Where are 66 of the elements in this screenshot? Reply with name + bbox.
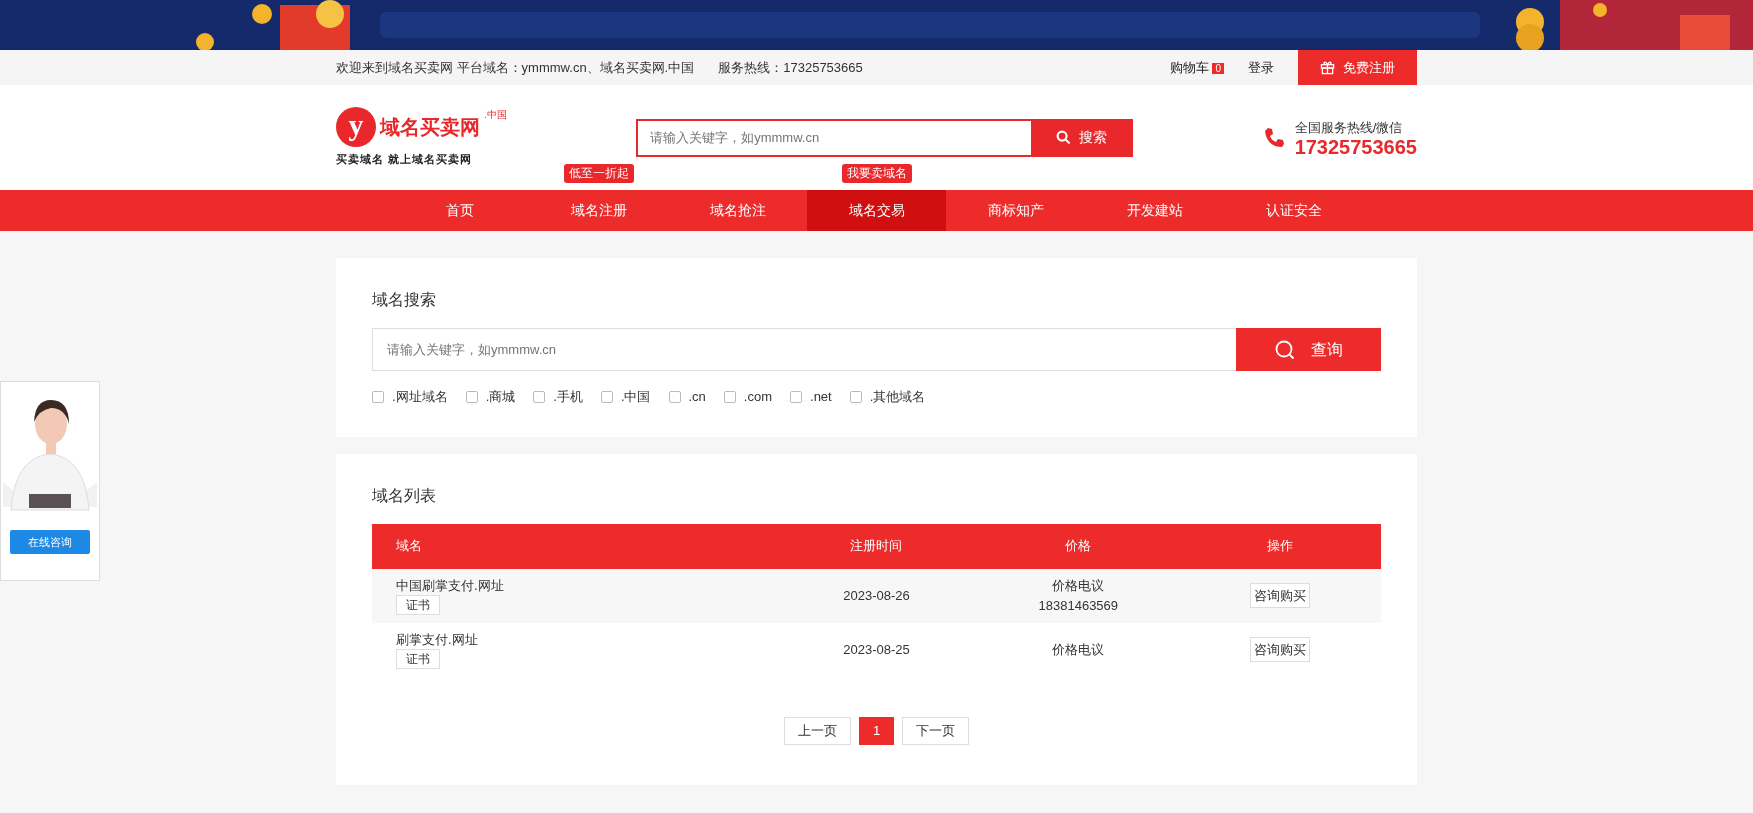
- nav-tab[interactable]: 域名交易: [807, 190, 946, 231]
- welcome-text: 欢迎来到域名买卖网 平台域名：ymmmw.cn、域名买卖网.中国: [336, 58, 695, 77]
- checkbox[interactable]: [372, 390, 384, 403]
- checkbox[interactable]: [465, 390, 478, 403]
- filter-label: .net: [810, 388, 832, 406]
- hotline-text: 服务热线：17325753665: [718, 58, 863, 77]
- login-link[interactable]: 登录: [1248, 57, 1274, 78]
- checkbox[interactable]: [533, 390, 546, 403]
- nav-tab[interactable]: 认证安全: [1224, 190, 1363, 231]
- cart-count: 0: [1212, 62, 1224, 74]
- hotline-number: 17325753665: [1294, 137, 1417, 158]
- search-field[interactable]: 请输入关键字，如ymmmw.cn 查询: [372, 328, 1381, 371]
- filter-label: .cn: [688, 388, 706, 406]
- filter-label: .其他域名: [869, 388, 926, 406]
- column-header: 操作: [1179, 523, 1381, 569]
- promo-tag: 低至一折起: [563, 164, 634, 183]
- price-text: 价格电议: [1051, 577, 1106, 595]
- nav-tab[interactable]: 首页: [390, 190, 529, 231]
- online-consult-button[interactable]: 在线咨询: [10, 530, 90, 554]
- table-cell: 2023-08-26: [775, 568, 978, 623]
- gift-icon: [1320, 60, 1335, 75]
- logo-suffix: .中国: [484, 108, 507, 123]
- logo-mark: y: [336, 107, 376, 148]
- query-button[interactable]: 查询: [1236, 328, 1381, 371]
- cart-link[interactable]: 购物车 0: [1170, 57, 1224, 78]
- domain-name: 中国刷掌支付.网址: [396, 576, 505, 595]
- page-button[interactable]: 上一页: [783, 716, 851, 745]
- search-icon: [1274, 339, 1295, 360]
- table-cell: 2023-08-25: [775, 622, 978, 677]
- checkbox[interactable]: [790, 390, 802, 403]
- page-button[interactable]: 下一页: [902, 716, 970, 745]
- checkbox[interactable]: [600, 390, 613, 403]
- filter-label: .中国: [620, 388, 651, 406]
- checkbox[interactable]: [849, 390, 862, 403]
- nav-tab[interactable]: 开发建站: [1085, 190, 1224, 231]
- phone-icon: [1262, 125, 1287, 150]
- filter-label: .com: [743, 388, 772, 406]
- consult-buy-button[interactable]: 咨询购买: [1250, 582, 1311, 609]
- filter-label: .手机: [553, 388, 583, 406]
- nav-tab[interactable]: 商标知产: [946, 190, 1085, 231]
- filter-label: .商城: [485, 388, 516, 406]
- column-header: 价格: [977, 523, 1180, 569]
- hotline-label: 全国服务热线/微信: [1294, 118, 1404, 137]
- checkbox[interactable]: [668, 390, 681, 403]
- column-header: 注册时间: [775, 523, 978, 569]
- search-icon: [1055, 130, 1071, 145]
- price-text: 18381463569: [1037, 596, 1120, 615]
- register-button[interactable]: 免费注册: [1298, 50, 1417, 85]
- certificate-button[interactable]: 证书: [396, 595, 440, 616]
- column-header: 域名: [372, 523, 776, 569]
- price-text: 价格电议: [1051, 640, 1106, 659]
- promo-tag: 我要卖域名: [841, 164, 912, 183]
- certificate-button[interactable]: 证书: [396, 649, 440, 670]
- nav-tab[interactable]: 域名抢注: [668, 190, 807, 231]
- search-field[interactable]: 请输入关键字，如ymmmw.cn 搜索: [636, 118, 1134, 157]
- consult-buy-button[interactable]: 咨询购买: [1250, 636, 1311, 663]
- nav-tab[interactable]: 域名注册: [529, 190, 668, 231]
- panel-title: 域名列表: [372, 485, 437, 506]
- search-button[interactable]: 搜索: [1031, 120, 1132, 155]
- domain-name: 刷掌支付.网址: [396, 630, 479, 649]
- panel-title: 域名搜索: [372, 290, 437, 310]
- logo-slogan: 买卖域名 就上域名买卖网: [336, 152, 474, 168]
- checkbox[interactable]: [723, 390, 736, 403]
- filter-label: .网址域名: [392, 388, 448, 406]
- page-button[interactable]: 1: [858, 716, 895, 745]
- logo-text: 域名买卖网: [380, 115, 480, 141]
